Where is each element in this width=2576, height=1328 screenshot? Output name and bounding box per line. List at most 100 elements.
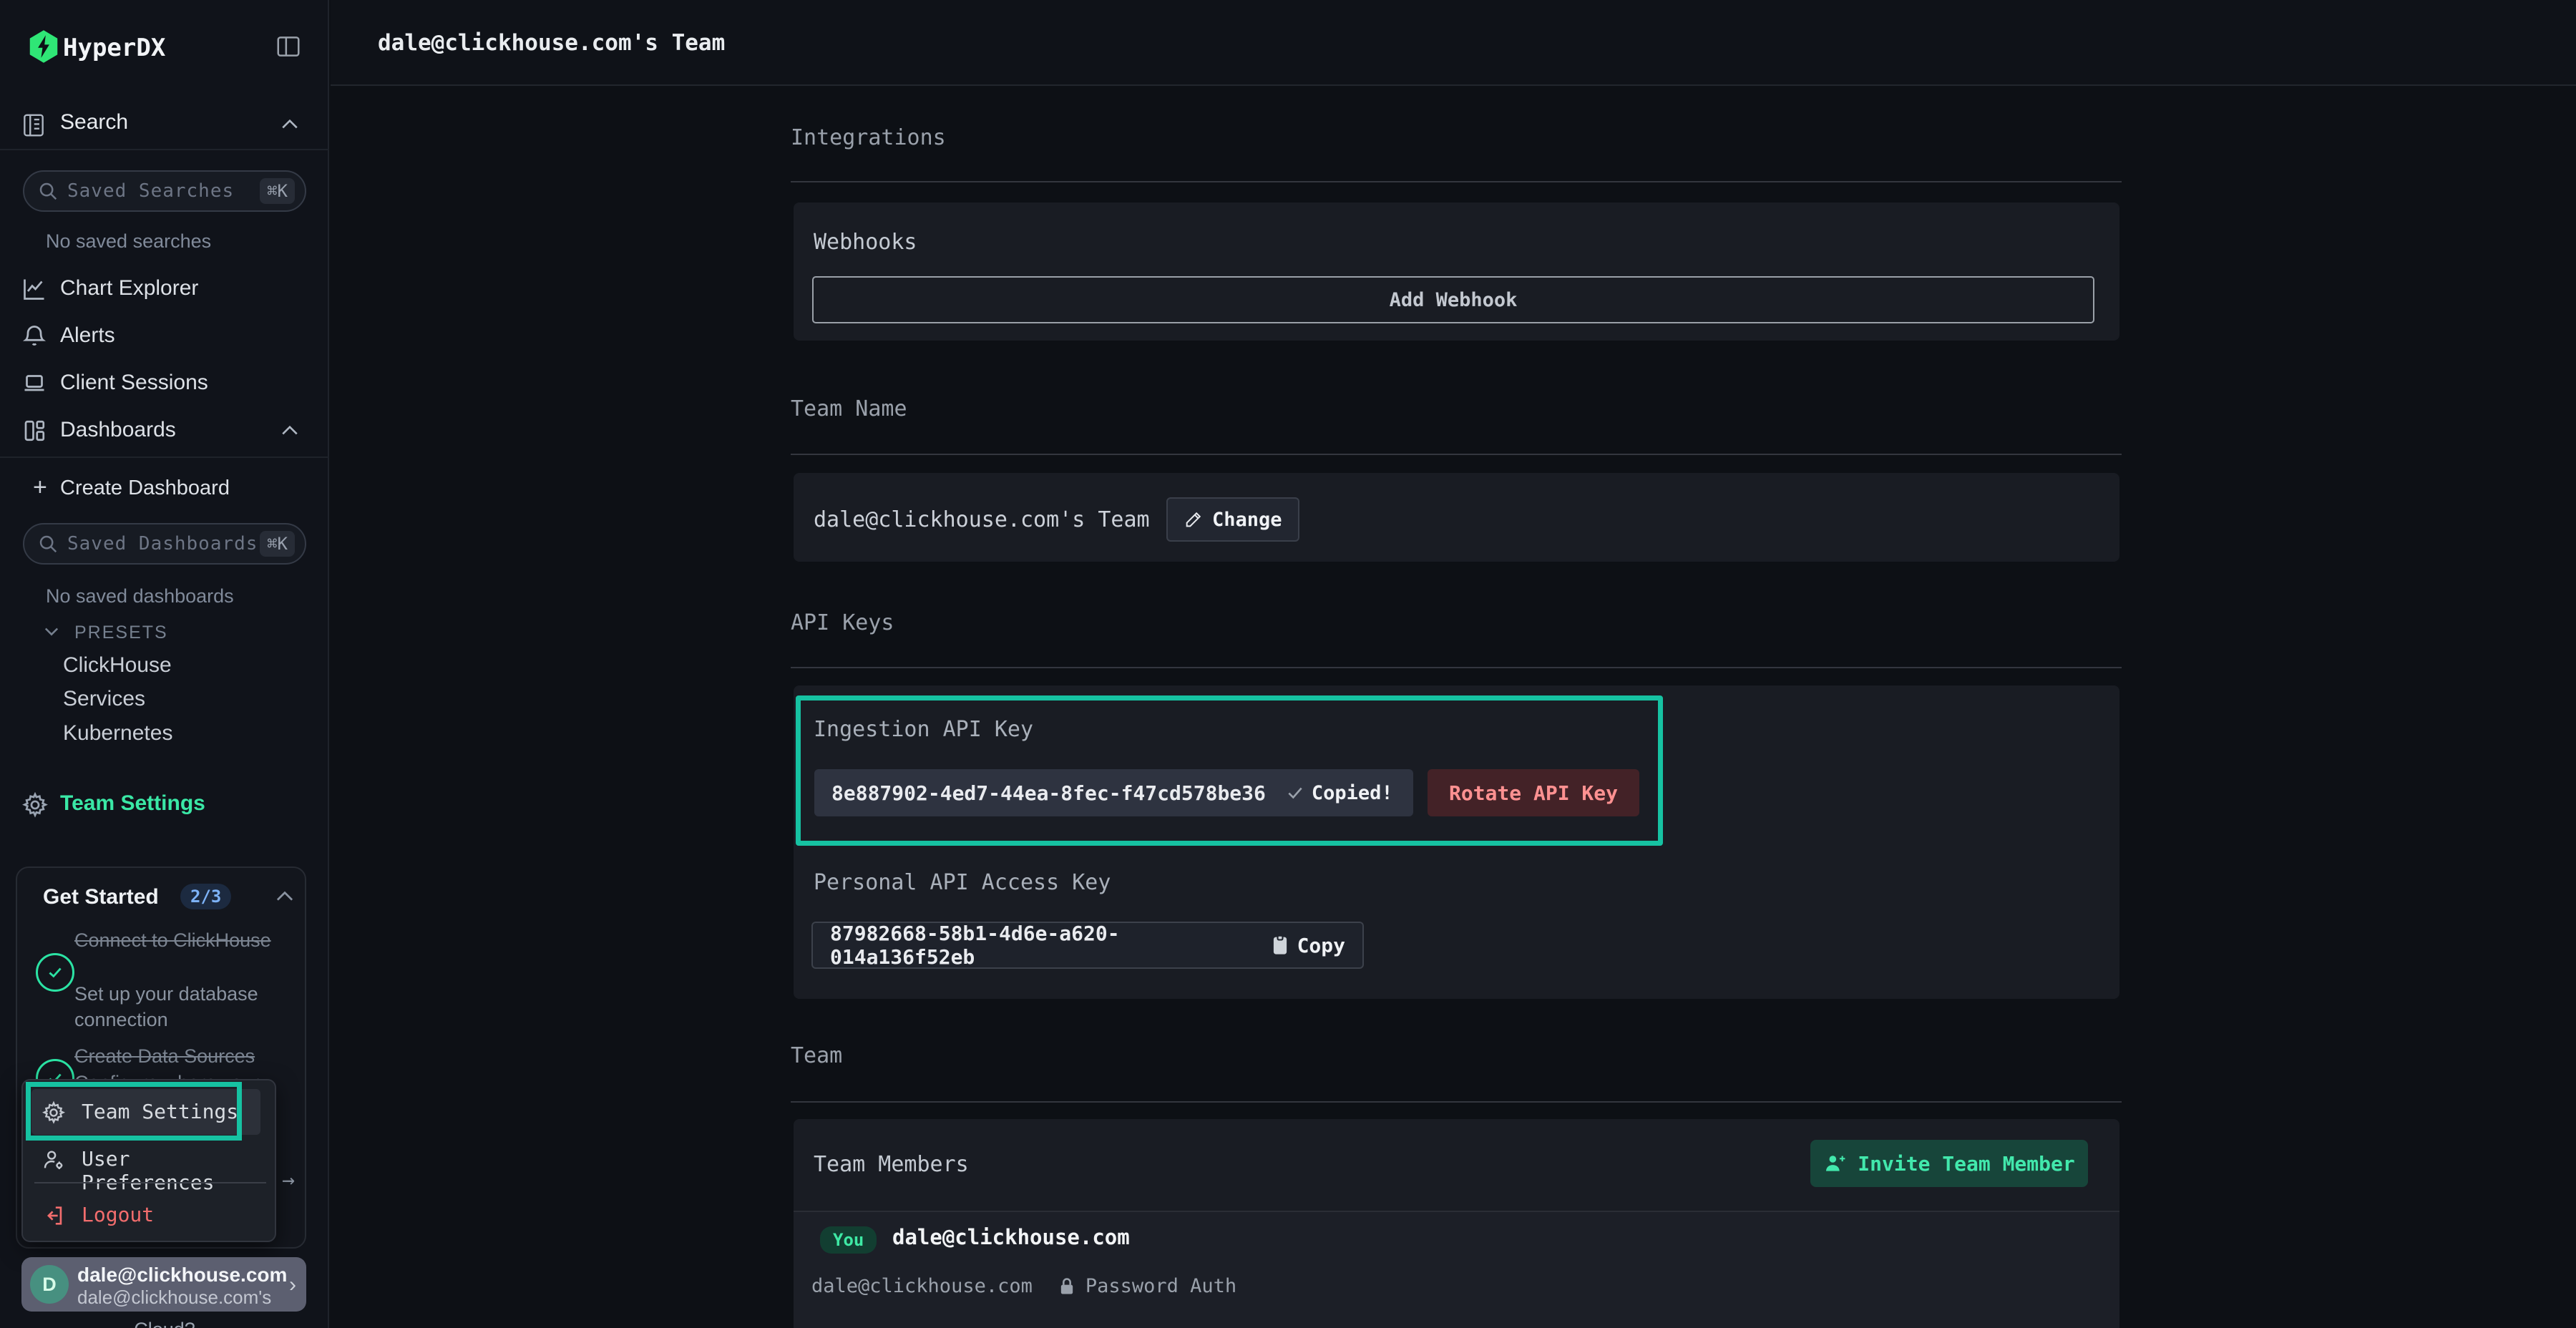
change-button-label: Change <box>1212 509 1282 531</box>
get-started-title: Get Started <box>43 885 159 909</box>
invite-team-member-button[interactable]: Invite Team Member <box>1810 1140 2088 1187</box>
webhooks-label: Webhooks <box>814 230 917 255</box>
chevron-up-icon <box>280 117 299 130</box>
nav-label: Chart Explorer <box>60 276 198 301</box>
sidebar-item-team-settings[interactable]: Team Settings <box>0 783 329 829</box>
api-keys-card: Ingestion API Key 8e887902-4ed7-44ea-8fe… <box>794 685 2119 999</box>
search-icon <box>37 533 59 555</box>
member-name: dale@clickhouse.com <box>892 1225 1130 1249</box>
user-email: dale@clickhouse.com <box>77 1264 287 1286</box>
chevron-up-icon[interactable] <box>275 889 295 902</box>
user-gear-icon <box>42 1148 66 1172</box>
team-name-card: dale@clickhouse.com's Team Change <box>794 473 2119 562</box>
user-team-name: dale@clickhouse.com's <box>77 1286 271 1309</box>
saved-searches-input[interactable]: Saved Searches ⌘K <box>23 170 306 212</box>
menu-user-preferences-label: User Preferences <box>82 1147 260 1194</box>
personal-api-key-chip[interactable]: 87982668-58b1-4d6e-a620-014a136f52eb Cop… <box>811 922 1364 969</box>
personal-api-key-label: Personal API Access Key <box>814 870 1111 895</box>
get-started-item-title[interactable]: Create Data Sources <box>74 1043 289 1070</box>
lock-icon <box>1058 1276 1075 1297</box>
sidebar-item-client-sessions[interactable]: Client Sessions <box>0 361 329 408</box>
presets-label: PRESETS <box>74 622 168 643</box>
search-page-icon <box>20 112 47 139</box>
line-chart-icon <box>21 276 47 302</box>
auth-method: Password Auth <box>1085 1275 1236 1297</box>
menu-item-user-preferences[interactable]: User Preferences <box>31 1136 260 1182</box>
avatar: D <box>30 1265 69 1304</box>
dashboard-grid-icon <box>21 418 47 444</box>
section-divider <box>791 1101 2122 1103</box>
saved-dashboards-input[interactable]: Saved Dashboards ⌘K <box>23 523 306 565</box>
get-started-item-subtitle: Set up your database connection <box>74 981 296 1032</box>
clipped-bottom-text: Cloud? <box>0 1319 329 1328</box>
copy-label: Copy <box>1297 934 1345 957</box>
presets-toggle[interactable] <box>42 621 62 641</box>
nav-label: Alerts <box>60 323 115 348</box>
saved-dashboards-placeholder: Saved Dashboards <box>67 533 260 555</box>
get-started-item-title[interactable]: Connect to ClickHouse <box>74 927 289 954</box>
personal-api-key-value: 87982668-58b1-4d6e-a620-014a136f52eb <box>830 922 1254 969</box>
sidebar-collapse-icon[interactable] <box>275 33 303 62</box>
laptop-icon <box>21 371 47 396</box>
hyperdx-team-settings-screen: HyperDX Search Saved Searches ⌘K No save… <box>0 0 2576 1328</box>
section-divider <box>791 454 2122 455</box>
nav-label: Client Sessions <box>60 371 208 395</box>
menu-item-logout[interactable]: Logout <box>31 1192 260 1238</box>
create-dashboard-button[interactable]: + Create Dashboard <box>0 467 329 514</box>
member-details: dale@clickhouse.com Password Auth <box>811 1275 1236 1297</box>
section-title-api-keys: API Keys <box>791 610 894 635</box>
chevron-right-icon: › <box>289 1273 296 1297</box>
no-saved-searches-note: No saved searches <box>46 230 211 253</box>
bell-icon <box>21 323 47 349</box>
brand-name: HyperDX <box>63 34 165 62</box>
ingestion-api-key-value: 8e887902-4ed7-44ea-8fec-f47cd578be36 <box>831 781 1266 805</box>
section-title-team-name: Team Name <box>791 396 907 421</box>
section-divider <box>791 667 2122 668</box>
page-title: dale@clickhouse.com's Team <box>378 30 725 56</box>
member-email: dale@clickhouse.com <box>811 1275 1033 1297</box>
section-divider <box>791 181 2122 182</box>
you-badge: You <box>820 1226 877 1254</box>
preset-services[interactable]: Services <box>63 687 145 711</box>
sidebar-divider <box>0 456 329 458</box>
nav-label: Dashboards <box>60 418 176 442</box>
clipboard-icon <box>1270 934 1290 956</box>
menu-item-team-settings[interactable]: Team Settings <box>31 1089 260 1135</box>
gear-icon <box>42 1100 66 1125</box>
plus-icon: + <box>33 474 47 502</box>
add-webhook-button[interactable]: Add Webhook <box>812 276 2094 323</box>
copied-indicator: Copied! <box>1286 782 1393 804</box>
chevron-up-icon <box>280 424 299 436</box>
webhooks-card: Webhooks Add Webhook <box>794 202 2119 341</box>
cmd-k-shortcut: ⌘K <box>260 178 295 204</box>
preset-clickhouse[interactable]: ClickHouse <box>63 653 172 678</box>
rotate-api-key-button[interactable]: Rotate API Key <box>1428 769 1639 816</box>
preset-kubernetes[interactable]: Kubernetes <box>63 721 172 746</box>
menu-logout-label: Logout <box>82 1203 154 1226</box>
sidebar: HyperDX Search Saved Searches ⌘K No save… <box>0 0 329 1328</box>
section-title-integrations: Integrations <box>791 125 946 150</box>
team-members-card: Team Members Invite Team Member You dale… <box>794 1119 2119 1328</box>
sidebar-item-alerts[interactable]: Alerts <box>0 313 329 361</box>
change-team-name-button[interactable]: Change <box>1166 497 1299 542</box>
search-icon <box>37 180 59 202</box>
menu-divider <box>34 1182 266 1183</box>
user-context-menu: Team Settings User Preferences Logout <box>21 1079 276 1242</box>
search-section-header[interactable]: Search <box>0 100 329 150</box>
ingestion-api-key-chip: 8e887902-4ed7-44ea-8fec-f47cd578be36 Cop… <box>814 769 1413 816</box>
sidebar-item-dashboards[interactable]: Dashboards <box>0 408 329 455</box>
menu-team-settings-label: Team Settings <box>82 1100 238 1123</box>
team-member-row: You dale@clickhouse.com dale@clickhouse.… <box>794 1211 2119 1328</box>
copy-action[interactable]: Copy <box>1270 934 1345 957</box>
team-settings-label: Team Settings <box>60 791 205 816</box>
pencil-icon <box>1184 509 1204 529</box>
check-circle-icon <box>36 953 74 992</box>
logout-icon <box>42 1204 66 1228</box>
user-profile-button[interactable]: D dale@clickhouse.com dale@clickhouse.co… <box>21 1257 306 1312</box>
team-name-value: dale@clickhouse.com's Team <box>814 507 1150 532</box>
sidebar-item-chart-explorer[interactable]: Chart Explorer <box>0 266 329 313</box>
get-started-progress-badge: 2/3 <box>180 884 231 909</box>
cmd-k-shortcut: ⌘K <box>260 531 295 557</box>
ingestion-api-key-label: Ingestion API Key <box>814 717 1033 742</box>
hyperdx-logo-icon <box>29 30 59 63</box>
